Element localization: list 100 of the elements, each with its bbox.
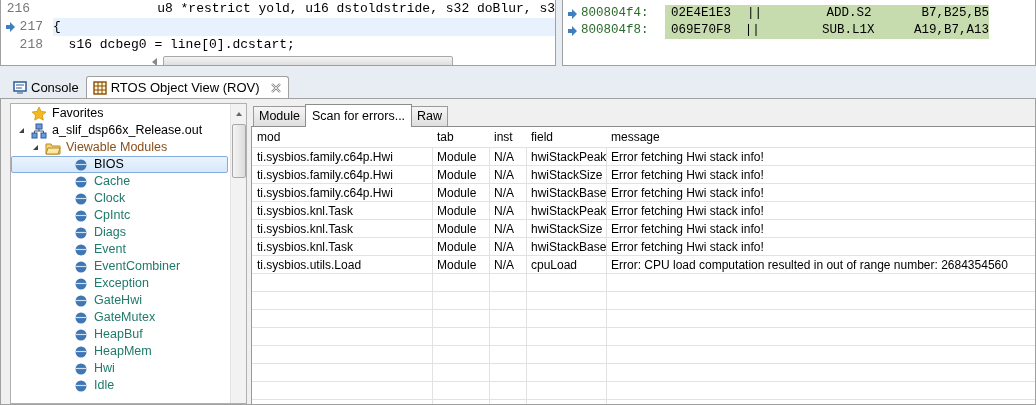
scroll-left-icon[interactable] [151,57,159,65]
tree-item[interactable]: Cache [11,173,228,190]
tree-item[interactable]: HeapMem [11,343,228,360]
instruction-address: 800804f4: [581,5,650,23]
parallel-marker: || [746,5,763,23]
table-cell-text: Module [436,167,478,184]
close-icon[interactable] [269,81,282,94]
tree-item[interactable]: Hwi [11,360,228,377]
line-number: 217 [19,18,44,37]
tree-item[interactable]: Exception [11,275,228,292]
tree-item[interactable]: Favorites [11,105,228,122]
table-cell-text: ti.sysbios.family.c64p.Hwi [256,185,394,202]
view-tab[interactable]: RTOS Object View (ROV) [85,76,289,98]
tree-item[interactable]: Idle [11,377,228,394]
table-cell-text: N/A [493,257,515,274]
table-cell-text: hwiStackPeak [530,203,606,220]
tree-item[interactable]: EventCombiner [11,258,228,275]
table-cell-text: Module [436,239,478,256]
table-cell-text: N/A [493,149,515,166]
code-line: s16 dcbeg0 = line[0].dcstart; [67,36,296,54]
tree-item[interactable]: GateHwi [11,292,228,309]
column-header[interactable]: tab [432,128,489,146]
tree-item[interactable]: Clock [11,190,228,207]
opcode: 02E4E1E3 [670,5,732,23]
module-dot-icon [75,328,87,341]
table-cell-text: Module [436,257,478,274]
tree-item[interactable]: BIOS [11,156,228,173]
tree-item[interactable]: Event [11,241,228,258]
table-cell-text: N/A [493,221,515,238]
expanded-arrow-icon[interactable] [17,127,25,134]
line-number: 218 [19,36,44,55]
table-cell-text: hwiStackBase [530,185,606,202]
instruction-operands: A19,B7,A13 [914,22,989,40]
table-cell-text: hwiStackSize [530,221,604,238]
table-cell-text: hwiStackPeak [530,149,606,166]
scroll-thumb[interactable] [231,124,246,178]
module-dot-icon [75,175,87,188]
module-dot-icon [75,158,87,171]
table-cell-text: Error fetching Hwi stack info! [610,149,765,166]
instruction-address: 800804f8: [581,22,650,40]
network-icon [31,122,47,139]
table-cell-text: Module [436,221,478,238]
opcode: 069E70F8 [670,22,732,40]
instruction-pointer-icon [567,25,577,36]
scroll-up-icon[interactable] [234,110,243,118]
star-icon [31,105,47,122]
tree-item[interactable]: Viewable Modules [11,139,228,156]
instruction-mnemonic: SUB.L1X [821,22,876,40]
module-dot-icon [75,379,87,392]
module-dot-icon [75,226,87,239]
tree-item[interactable]: GateMutex [11,309,228,326]
table-cell-text: Error fetching Hwi stack info! [610,203,765,220]
table-cell-text: Error fetching Hwi stack info! [610,239,765,256]
tree-item[interactable]: CpIntc [11,207,228,224]
tree-item[interactable]: a_slif_dsp66x_Release.out [11,122,228,139]
line-number: 216 [6,0,32,19]
expanded-arrow-icon[interactable] [31,144,39,151]
module-dot-icon [75,277,87,290]
table-cell-text: ti.sysbios.knl.Task [256,203,355,220]
table-cell-text: Error fetching Hwi stack info! [610,221,765,238]
table-cell-text: Error: CPU load computation resulted in out of range number: 2684354560 [610,257,1009,274]
folder-icon [45,140,61,155]
column-header[interactable]: inst [489,128,526,146]
instruction-mnemonic: ADD.S2 [826,5,873,23]
module-dot-icon [75,345,87,358]
table-cell-text: cpuLoad [530,257,579,274]
column-header[interactable]: message [606,128,1035,146]
module-dot-icon [75,311,87,324]
detail-tab[interactable]: Module [253,106,306,126]
table-cell-text: hwiStackBase [530,239,606,256]
table-cell-text: ti.sysbios.knl.Task [256,239,355,256]
grid-icon [92,80,107,95]
module-dot-icon [75,260,87,273]
column-header[interactable]: mod [252,128,432,146]
view-tab[interactable]: Console [6,76,86,98]
tree-item[interactable]: Diags [11,224,228,241]
module-dot-icon [75,362,87,375]
column-header[interactable]: field [526,128,606,146]
instruction-operands: B7,B25,B5 [921,5,989,23]
table-cell-text: N/A [493,167,515,184]
console-icon [13,81,27,94]
module-dot-icon [75,294,87,307]
vertical-scrollbar[interactable] [230,104,246,403]
module-dot-icon [75,209,87,222]
table-cell-text: N/A [493,203,515,220]
table-cell-text: Module [436,185,478,202]
detail-tab[interactable]: Scan for errors... [305,104,413,127]
tree-item[interactable]: HeapBuf [11,326,228,343]
module-dot-icon [75,192,87,205]
module-dot-icon [75,243,87,256]
table-cell-text: ti.sysbios.family.c64p.Hwi [256,149,394,166]
table-cell-text: ti.sysbios.family.c64p.Hwi [256,167,394,184]
table-cell-text: Error fetching Hwi stack info! [610,167,765,184]
scroll-thumb[interactable] [163,56,453,65]
table-cell-text: ti.sysbios.knl.Task [256,221,355,238]
table-cell-text: Error fetching Hwi stack info! [610,185,765,202]
parallel-marker: || [744,22,761,40]
table-cell-text: ti.sysbios.utils.Load [256,257,363,274]
code-line: u8 *restrict yold, u16 dstoldstride, s32 doBlur, s3 [156,0,555,18]
detail-tab[interactable]: Raw [411,106,449,126]
